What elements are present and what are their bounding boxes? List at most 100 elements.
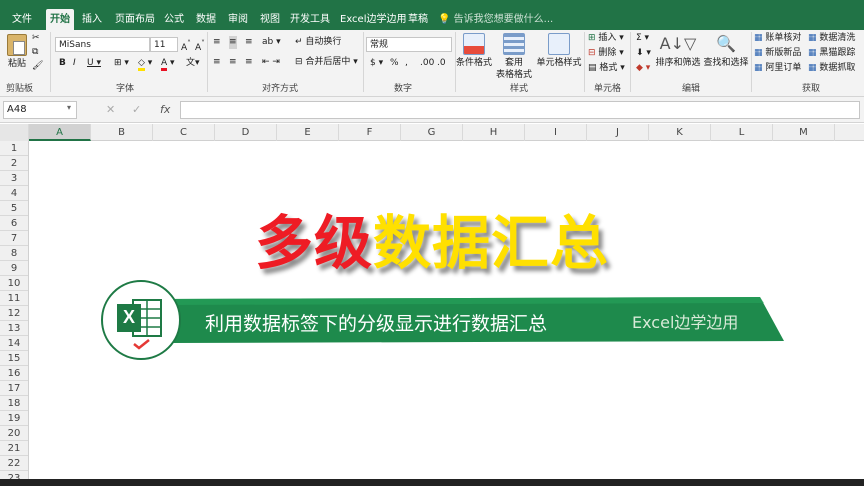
fill-icon[interactable]: ⬇ ▾ [636, 47, 651, 60]
row-header-1[interactable]: 1 [0, 141, 28, 156]
bold-icon[interactable]: B [59, 57, 66, 70]
row-header-2[interactable]: 2 [0, 156, 28, 171]
acquire-item-6[interactable]: ▦ 数据抓取 [808, 62, 855, 75]
row-header-4[interactable]: 4 [0, 186, 28, 201]
tab-addin[interactable]: Excel边学边用 [336, 9, 411, 30]
cancel-icon[interactable]: ✕ [106, 103, 115, 116]
tab-home[interactable]: 开始 [46, 9, 74, 30]
copy-icon[interactable]: ⧉ [32, 46, 38, 59]
align-left-icon[interactable]: ≡ [213, 56, 221, 69]
increase-decimal-icon[interactable]: .00 [420, 57, 434, 70]
row-header-10[interactable]: 10 [0, 276, 28, 291]
comma-icon[interactable]: , [405, 57, 408, 70]
data-scrape-icon: ▦ [808, 63, 817, 73]
column-header-g[interactable]: G [401, 124, 463, 141]
row-header-20[interactable]: 20 [0, 426, 28, 441]
acquire-item-4[interactable]: ▦ 数据清洗 [808, 32, 855, 45]
cell-styles-button[interactable]: 单元格样式 [536, 33, 582, 69]
acquire-item-5[interactable]: ▦ 黑猫跟踪 [808, 47, 855, 60]
number-format-select[interactable]: 常规 [366, 37, 452, 52]
conditional-format-button[interactable]: 条件格式 [456, 33, 492, 69]
group-label-clipboard: 剪贴板 [6, 84, 34, 94]
font-name-select[interactable]: MiSans [55, 37, 150, 52]
tab-draw[interactable]: 草稿 [404, 9, 432, 30]
align-right-icon[interactable]: ≡ [245, 56, 253, 69]
row-header-14[interactable]: 14 [0, 336, 28, 351]
tab-formulas[interactable]: 公式 [160, 9, 188, 30]
shrink-font-icon[interactable]: A˅ [195, 37, 205, 55]
align-top-icon[interactable]: ≡ [213, 36, 221, 49]
indent-icon[interactable]: ⇤ ⇥ [262, 56, 280, 69]
tab-data[interactable]: 数据 [192, 9, 220, 30]
column-header-e[interactable]: E [277, 124, 339, 141]
tab-file[interactable]: 文件 [8, 9, 36, 30]
column-header-b[interactable]: B [91, 124, 153, 141]
format-painter-icon[interactable]: 🖌 [32, 60, 43, 73]
acquire-item-1[interactable]: ▦ 账单核对 [754, 32, 801, 45]
currency-icon[interactable]: $ ▾ [370, 57, 383, 70]
paste-button[interactable]: 粘贴 [4, 34, 30, 70]
tab-view[interactable]: 视图 [256, 9, 284, 30]
cut-icon[interactable]: ✂ [32, 32, 40, 45]
column-header-i[interactable]: I [525, 124, 587, 141]
font-color-icon[interactable]: A ▾ [161, 57, 175, 71]
formula-input[interactable] [180, 101, 860, 119]
paste-icon [7, 34, 27, 56]
tell-me-search[interactable]: 💡 告诉我您想要做什么... [438, 9, 553, 30]
name-box-dropdown-icon[interactable]: ▾ [67, 103, 71, 112]
format-as-table-button[interactable]: 套用 表格格式 [494, 33, 534, 81]
column-header-d[interactable]: D [215, 124, 277, 141]
tab-developer[interactable]: 开发工具 [286, 9, 334, 30]
column-header-h[interactable]: H [463, 124, 525, 141]
column-header-a[interactable]: A [29, 124, 91, 141]
clear-icon[interactable]: ◆ ▾ [636, 62, 650, 75]
row-header-17[interactable]: 17 [0, 381, 28, 396]
enter-icon[interactable]: ✓ [132, 103, 141, 116]
row-header-12[interactable]: 12 [0, 306, 28, 321]
row-header-22[interactable]: 22 [0, 456, 28, 471]
acquire-item-2[interactable]: ▦ 新版新品 [754, 47, 801, 60]
column-header-m[interactable]: M [773, 124, 835, 141]
decrease-decimal-icon[interactable]: .0 [437, 57, 446, 70]
insert-cells-button[interactable]: ⊞ 插入 ▾ [588, 32, 624, 45]
autosum-icon[interactable]: Σ ▾ [636, 32, 649, 45]
row-header-3[interactable]: 3 [0, 171, 28, 186]
row-header-11[interactable]: 11 [0, 291, 28, 306]
column-header-c[interactable]: C [153, 124, 215, 141]
tab-page-layout[interactable]: 页面布局 [111, 9, 159, 30]
italic-icon[interactable]: I [73, 57, 76, 70]
borders-icon[interactable]: ⊞ ▾ [114, 57, 129, 70]
underline-icon[interactable]: U ▾ [87, 57, 101, 70]
row-header-19[interactable]: 19 [0, 411, 28, 426]
column-header-f[interactable]: F [339, 124, 401, 141]
insert-function-icon[interactable]: fx [160, 103, 170, 116]
tab-review[interactable]: 审阅 [224, 9, 252, 30]
sort-filter-button[interactable]: A↓▽ 排序和筛选 [654, 33, 702, 69]
merge-center-button[interactable]: ⊟ 合并后居中 ▾ [295, 56, 358, 69]
row-header-16[interactable]: 16 [0, 366, 28, 381]
orientation-icon[interactable]: ab ▾ [262, 36, 281, 49]
align-bottom-icon[interactable]: ≡ [245, 36, 253, 49]
column-header-j[interactable]: J [587, 124, 649, 141]
row-header-13[interactable]: 13 [0, 321, 28, 336]
delete-cells-button[interactable]: ⊟ 删除 ▾ [588, 47, 624, 60]
fill-color-icon[interactable]: ◇ ▾ [138, 57, 152, 71]
grow-font-icon[interactable]: A˄ [181, 37, 191, 55]
row-header-21[interactable]: 21 [0, 441, 28, 456]
name-box[interactable]: A48 [3, 101, 77, 119]
acquire-item-3[interactable]: ▦ 阿里订单 [754, 62, 801, 75]
tab-insert[interactable]: 插入 [78, 9, 106, 30]
select-all-corner[interactable] [0, 124, 29, 141]
row-header-15[interactable]: 15 [0, 351, 28, 366]
format-cells-button[interactable]: ▤ 格式 ▾ [588, 62, 625, 75]
font-size-select[interactable]: 11 [150, 37, 178, 52]
align-middle-icon[interactable]: ≡ [229, 36, 237, 49]
wrap-text-button[interactable]: ↵ 自动换行 [295, 36, 341, 49]
phonetic-icon[interactable]: 文▾ [186, 57, 200, 70]
align-center-icon[interactable]: ≡ [229, 56, 237, 69]
row-header-18[interactable]: 18 [0, 396, 28, 411]
column-header-k[interactable]: K [649, 124, 711, 141]
find-select-button[interactable]: 🔍 查找和选择 [703, 33, 749, 69]
column-header-l[interactable]: L [711, 124, 773, 141]
percent-icon[interactable]: % [390, 57, 399, 70]
